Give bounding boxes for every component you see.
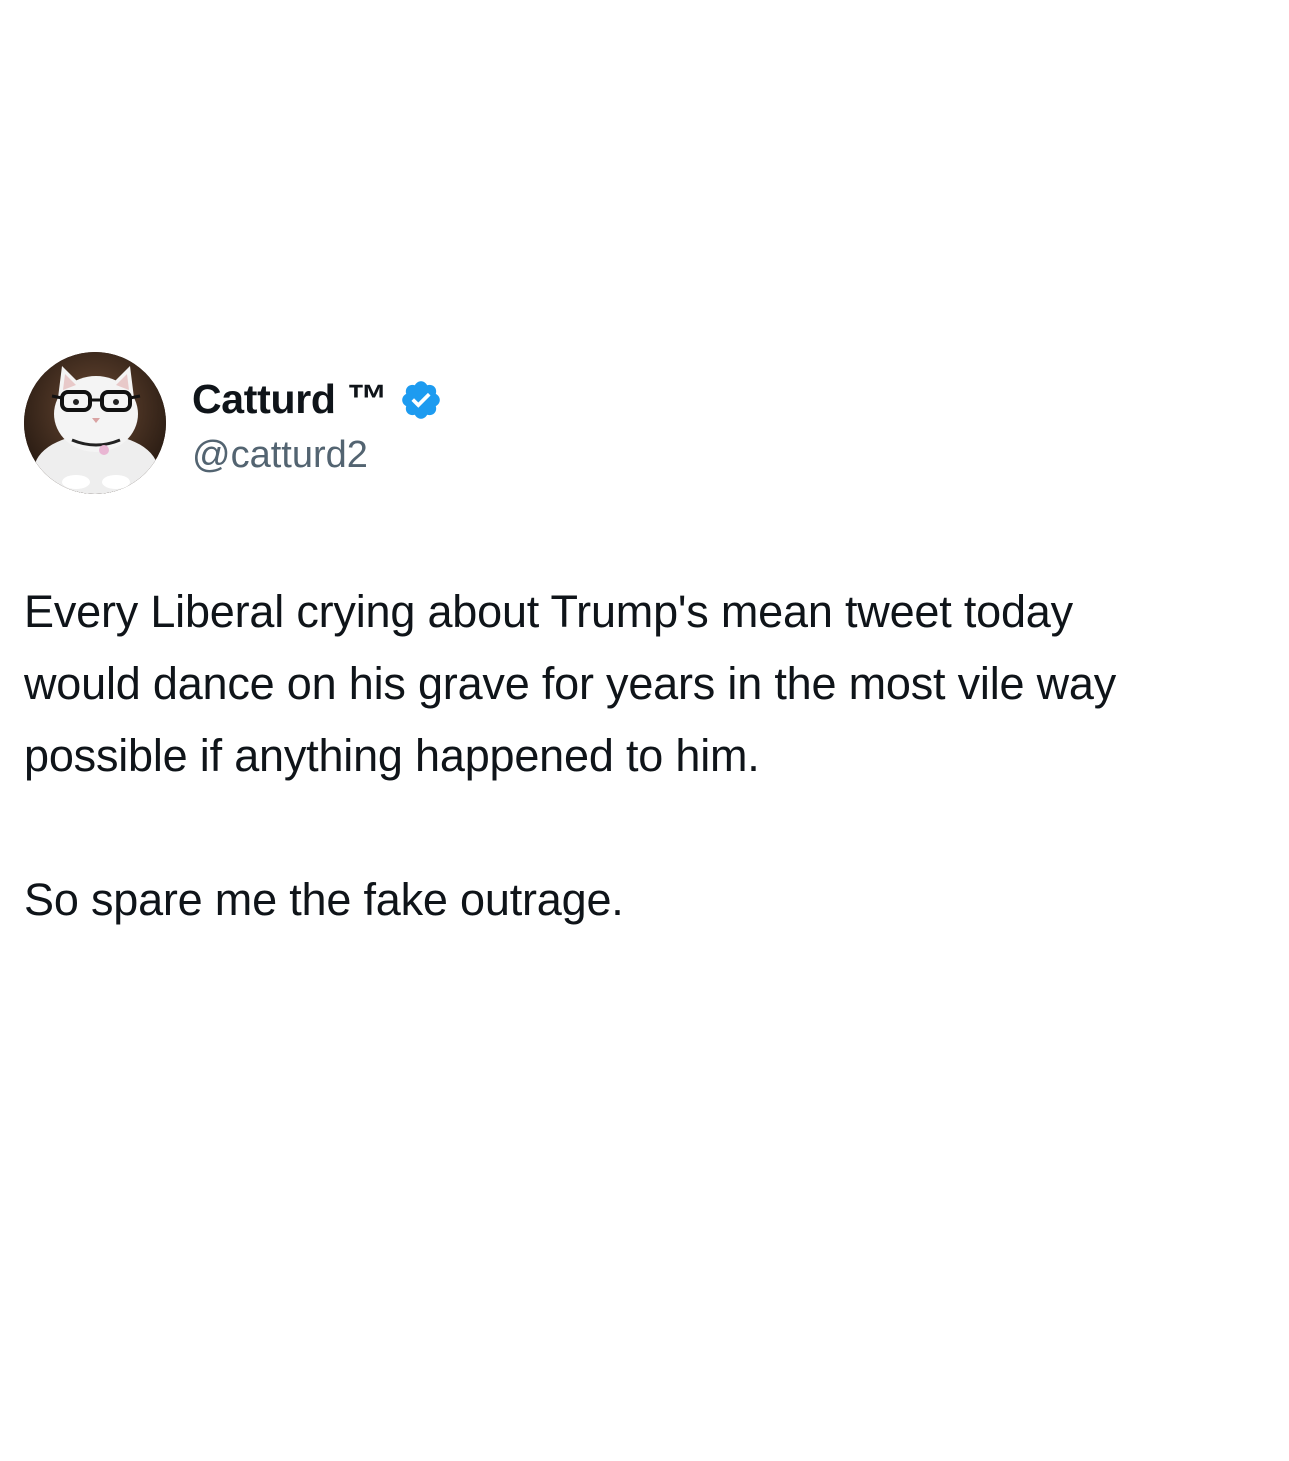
display-name-row: Catturd ™ (192, 372, 443, 428)
verified-badge-icon (399, 378, 443, 422)
author-info: Catturd ™ @catturd2 (192, 372, 443, 477)
tweet-text: Every Liberal crying about Trump's mean … (24, 576, 1194, 936)
display-name[interactable]: Catturd ™ (192, 376, 388, 423)
cat-with-glasses-avatar-icon (24, 352, 166, 494)
avatar[interactable] (24, 352, 166, 494)
handle[interactable]: @catturd2 (192, 434, 443, 477)
tweet-header: Catturd ™ @catturd2 (24, 352, 1264, 494)
tweet-card: Catturd ™ @catturd2 Every Liberal crying… (24, 352, 1264, 936)
tweet-paragraph-1: Every Liberal crying about Trump's mean … (24, 586, 1117, 781)
tweet-paragraph-2: So spare me the fake outrage. (24, 874, 624, 925)
